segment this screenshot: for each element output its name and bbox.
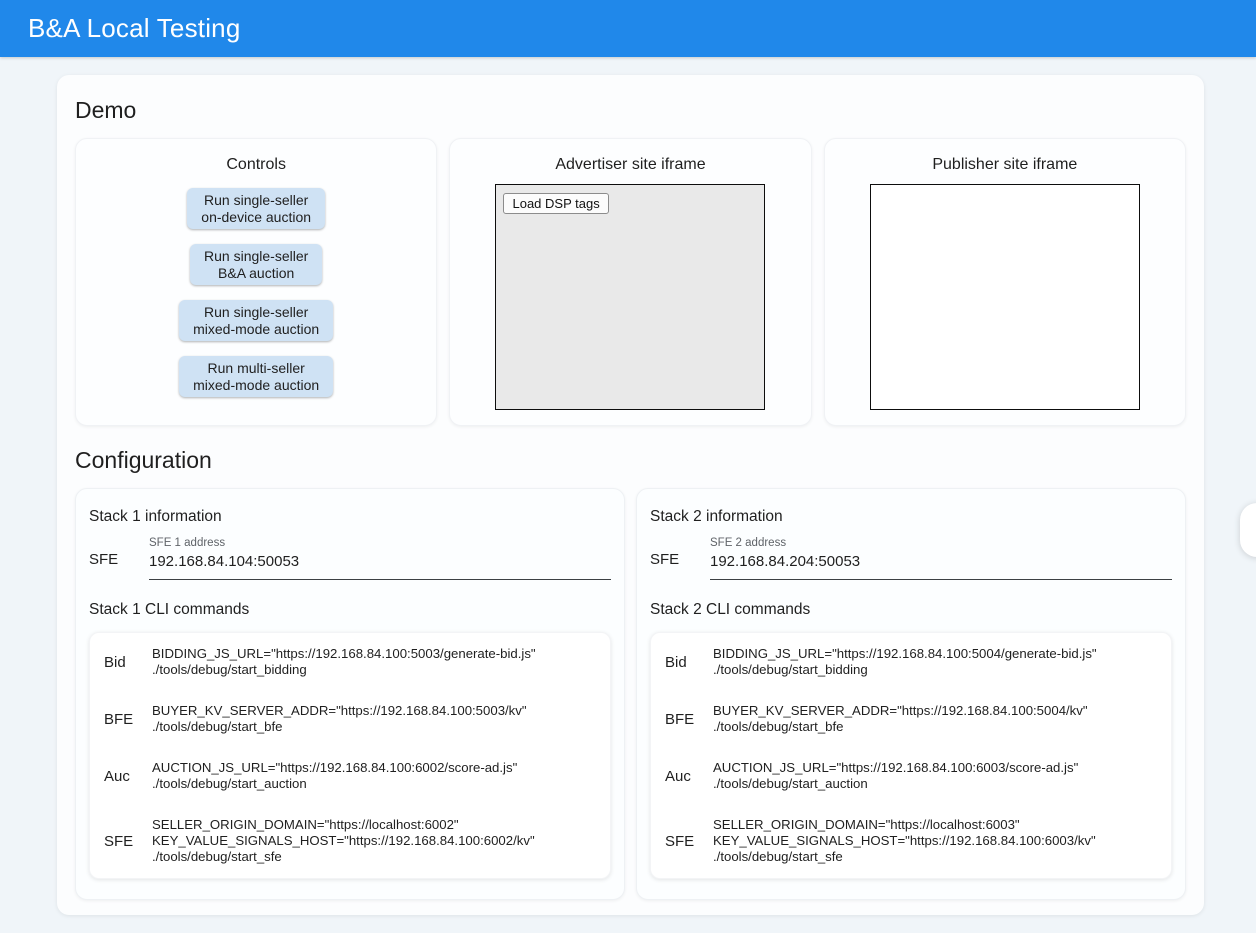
- cli-command-line: BIDDING_JS_URL="https://192.168.84.100:5…: [713, 646, 1097, 662]
- cli-label-bfe: BFE: [665, 711, 699, 728]
- stack2-information-title: Stack 2 information: [650, 508, 1172, 526]
- right-edge-scroll-thumb[interactable]: [1240, 503, 1256, 557]
- cli-label-bid: Bid: [104, 654, 138, 671]
- app-header: B&A Local Testing: [0, 0, 1256, 57]
- button-label-line: on-device auction: [201, 209, 311, 226]
- load-dsp-tags-button[interactable]: Load DSP tags: [503, 193, 608, 214]
- run-single-seller-mixed-mode-auction-button[interactable]: Run single-seller mixed-mode auction: [179, 300, 333, 341]
- stack1-sfe-address-field: SFE 1 address: [149, 537, 611, 580]
- cli-command-text: BUYER_KV_SERVER_ADDR="https://192.168.84…: [713, 703, 1088, 735]
- stack2-cli-commands-title: Stack 2 CLI commands: [650, 601, 1172, 619]
- cli-row-bfe: BFE BUYER_KV_SERVER_ADDR="https://192.16…: [104, 703, 596, 735]
- advertiser-title: Advertiser site iframe: [450, 156, 810, 174]
- cli-row-bid: Bid BIDDING_JS_URL="https://192.168.84.1…: [665, 646, 1157, 678]
- stack2-sfe-address-field: SFE 2 address: [710, 537, 1172, 580]
- cli-command-line: ./tools/debug/start_bidding: [713, 662, 1097, 678]
- cli-command-line: ./tools/debug/start_bfe: [152, 719, 527, 735]
- cli-command-text: SELLER_ORIGIN_DOMAIN="https://localhost:…: [152, 817, 535, 865]
- cli-command-line: KEY_VALUE_SIGNALS_HOST="https://192.168.…: [713, 833, 1096, 849]
- stack1-information-title: Stack 1 information: [89, 508, 611, 526]
- sfe2-address-input[interactable]: [710, 549, 1172, 570]
- cli-row-sfe: SFE SELLER_ORIGIN_DOMAIN="https://localh…: [104, 817, 596, 865]
- demo-row: Controls Run single-seller on-device auc…: [75, 138, 1186, 426]
- publisher-title: Publisher site iframe: [825, 156, 1185, 174]
- run-single-seller-on-device-auction-button[interactable]: Run single-seller on-device auction: [187, 188, 325, 229]
- controls-title: Controls: [76, 156, 436, 174]
- cli-command-line: KEY_VALUE_SIGNALS_HOST="https://192.168.…: [152, 833, 535, 849]
- cli-row-bfe: BFE BUYER_KV_SERVER_ADDR="https://192.16…: [665, 703, 1157, 735]
- cli-label-auc: Auc: [665, 768, 699, 785]
- stack2-sfe-address-floating-label: SFE 2 address: [710, 537, 1172, 549]
- button-label-line: mixed-mode auction: [193, 377, 319, 394]
- cli-row-auc: Auc AUCTION_JS_URL="https://192.168.84.1…: [104, 760, 596, 792]
- cli-row-sfe: SFE SELLER_ORIGIN_DOMAIN="https://localh…: [665, 817, 1157, 865]
- button-label-line: Run single-seller: [193, 304, 319, 321]
- cli-command-line: ./tools/debug/start_bfe: [713, 719, 1088, 735]
- cli-command-line: ./tools/debug/start_bidding: [152, 662, 536, 678]
- cli-command-line: ./tools/debug/start_auction: [713, 776, 1078, 792]
- cli-command-text: BIDDING_JS_URL="https://192.168.84.100:5…: [713, 646, 1097, 678]
- cli-label-sfe: SFE: [104, 833, 138, 850]
- cli-command-text: BUYER_KV_SERVER_ADDR="https://192.168.84…: [152, 703, 527, 735]
- page-title: B&A Local Testing: [28, 13, 241, 44]
- cli-label-sfe: SFE: [665, 833, 699, 850]
- cli-command-text: AUCTION_JS_URL="https://192.168.84.100:6…: [713, 760, 1078, 792]
- cli-command-text: AUCTION_JS_URL="https://192.168.84.100:6…: [152, 760, 517, 792]
- cli-command-line: ./tools/debug/start_auction: [152, 776, 517, 792]
- cli-command-line: ./tools/debug/start_sfe: [152, 849, 535, 865]
- button-label-line: Run single-seller: [201, 192, 311, 209]
- publisher-iframe: [870, 184, 1140, 410]
- cli-command-line: SELLER_ORIGIN_DOMAIN="https://localhost:…: [152, 817, 535, 833]
- cli-row-auc: Auc AUCTION_JS_URL="https://192.168.84.1…: [665, 760, 1157, 792]
- main-card: Demo Controls Run single-seller on-devic…: [57, 75, 1204, 915]
- advertiser-card: Advertiser site iframe Load DSP tags: [449, 138, 811, 426]
- run-single-seller-ba-auction-button[interactable]: Run single-seller B&A auction: [190, 244, 322, 285]
- stack1-cli-card: Bid BIDDING_JS_URL="https://192.168.84.1…: [89, 632, 611, 879]
- configuration-row: Stack 1 information SFE SFE 1 address St…: [75, 488, 1186, 900]
- cli-command-line: AUCTION_JS_URL="https://192.168.84.100:6…: [152, 760, 517, 776]
- stack1-card: Stack 1 information SFE SFE 1 address St…: [75, 488, 625, 900]
- button-label-line: B&A auction: [204, 265, 308, 282]
- cli-command-line: BIDDING_JS_URL="https://192.168.84.100:5…: [152, 646, 536, 662]
- button-label-line: mixed-mode auction: [193, 321, 319, 338]
- stack2-sfe-row: SFE SFE 2 address: [650, 537, 1172, 580]
- sfe1-address-input[interactable]: [149, 549, 611, 570]
- configuration-heading: Configuration: [75, 445, 1186, 475]
- stack1-sfe-row: SFE SFE 1 address: [89, 537, 611, 580]
- run-multi-seller-mixed-mode-auction-button[interactable]: Run multi-seller mixed-mode auction: [179, 356, 333, 397]
- stack2-cli-card: Bid BIDDING_JS_URL="https://192.168.84.1…: [650, 632, 1172, 879]
- cli-label-bfe: BFE: [104, 711, 138, 728]
- button-label-line: Run single-seller: [204, 248, 308, 265]
- cli-label-bid: Bid: [665, 654, 699, 671]
- cli-command-line: BUYER_KV_SERVER_ADDR="https://192.168.84…: [713, 703, 1088, 719]
- stack1-sfe-address-floating-label: SFE 1 address: [149, 537, 611, 549]
- cli-command-line: AUCTION_JS_URL="https://192.168.84.100:6…: [713, 760, 1078, 776]
- button-label-line: Run multi-seller: [193, 360, 319, 377]
- demo-heading: Demo: [75, 95, 1186, 125]
- publisher-card: Publisher site iframe: [824, 138, 1186, 426]
- cli-command-line: ./tools/debug/start_sfe: [713, 849, 1096, 865]
- cli-row-bid: Bid BIDDING_JS_URL="https://192.168.84.1…: [104, 646, 596, 678]
- advertiser-iframe: Load DSP tags: [495, 184, 765, 410]
- cli-command-text: SELLER_ORIGIN_DOMAIN="https://localhost:…: [713, 817, 1096, 865]
- stack1-cli-commands-title: Stack 1 CLI commands: [89, 601, 611, 619]
- cli-label-auc: Auc: [104, 768, 138, 785]
- controls-buttons: Run single-seller on-device auction Run …: [76, 188, 436, 397]
- controls-card: Controls Run single-seller on-device auc…: [75, 138, 437, 426]
- cli-command-line: SELLER_ORIGIN_DOMAIN="https://localhost:…: [713, 817, 1096, 833]
- stack2-sfe-label: SFE: [650, 551, 710, 580]
- cli-command-text: BIDDING_JS_URL="https://192.168.84.100:5…: [152, 646, 536, 678]
- stack1-sfe-label: SFE: [89, 551, 149, 580]
- stack2-card: Stack 2 information SFE SFE 2 address St…: [636, 488, 1186, 900]
- cli-command-line: BUYER_KV_SERVER_ADDR="https://192.168.84…: [152, 703, 527, 719]
